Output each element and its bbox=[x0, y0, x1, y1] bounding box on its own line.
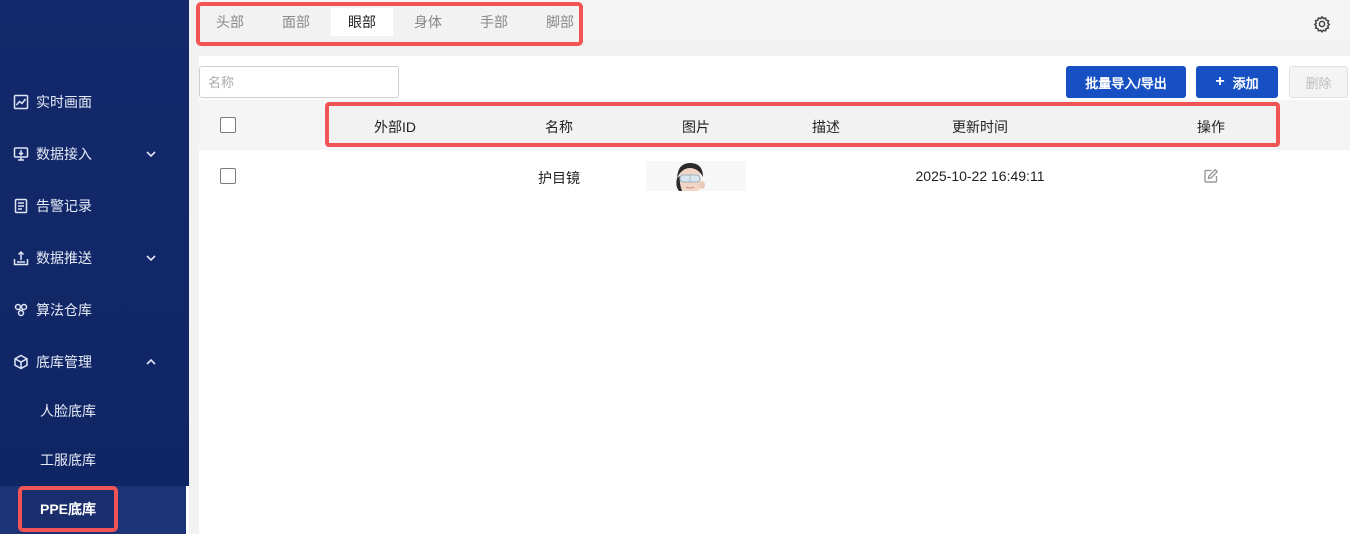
import-export-button[interactable]: 批量导入/导出 bbox=[1066, 66, 1186, 98]
delete-label: 删除 bbox=[1305, 75, 1332, 91]
sidebar-item-label: 底库管理 bbox=[36, 354, 92, 370]
sidebar-subitem-ppe-library[interactable]: PPE底库 bbox=[18, 486, 118, 532]
monitor-download-icon bbox=[13, 146, 29, 162]
sidebar-subitem-label: PPE底库 bbox=[39, 501, 96, 517]
gear-icon[interactable] bbox=[1313, 15, 1331, 33]
edit-icon[interactable] bbox=[1203, 168, 1219, 184]
tab-body[interactable]: 身体 bbox=[404, 8, 452, 36]
chevron-down-icon[interactable] bbox=[145, 251, 157, 263]
sidebar-item-label: 实时画面 bbox=[36, 94, 92, 110]
delete-button[interactable]: 删除 bbox=[1289, 66, 1348, 98]
chart-line-icon bbox=[13, 94, 29, 110]
sidebar-item-label: 数据推送 bbox=[36, 250, 92, 266]
sidebar-subitem-uniform-library[interactable]: 工服底库 bbox=[0, 436, 189, 484]
row-checkbox[interactable] bbox=[220, 168, 236, 184]
goggles-person-thumbnail[interactable] bbox=[646, 161, 746, 191]
sidebar-item-label: 数据接入 bbox=[36, 146, 92, 162]
search-input[interactable] bbox=[199, 66, 399, 98]
sidebar: 实时画面 数据接入 告警记录 数据推送 算法仓库 底库管理 人脸底库 工服底库 bbox=[0, 0, 189, 534]
active-indicator bbox=[186, 486, 189, 534]
sidebar-item-data-access[interactable]: 数据接入 bbox=[0, 128, 189, 180]
add-label: 添加 bbox=[1232, 75, 1259, 91]
sidebar-item-label: 算法仓库 bbox=[36, 302, 92, 318]
sidebar-item-algorithm-repo[interactable]: 算法仓库 bbox=[0, 284, 189, 336]
document-icon bbox=[13, 198, 29, 214]
import-export-label: 批量导入/导出 bbox=[1085, 75, 1167, 91]
sidebar-item-base-library[interactable]: 底库管理 bbox=[0, 336, 189, 388]
plus-icon: + bbox=[1215, 73, 1225, 90]
column-header-actions[interactable]: 操作 bbox=[1197, 117, 1225, 137]
tab-head[interactable]: 头部 bbox=[206, 8, 254, 36]
select-all-checkbox[interactable] bbox=[220, 117, 236, 133]
column-header-image[interactable]: 图片 bbox=[682, 117, 710, 137]
table-header-columns bbox=[325, 102, 1280, 147]
sidebar-subitem-label: 人脸底库 bbox=[40, 403, 96, 419]
column-header-updated-at[interactable]: 更新时间 bbox=[952, 117, 1008, 137]
tab-hands[interactable]: 手部 bbox=[470, 8, 518, 36]
cube-icon bbox=[13, 354, 29, 370]
upload-tray-icon bbox=[13, 250, 29, 266]
sidebar-subitem-face-library[interactable]: 人脸底库 bbox=[0, 387, 189, 435]
cell-name: 护目镜 bbox=[538, 170, 580, 186]
sidebar-subitem-label: 工服底库 bbox=[40, 452, 96, 468]
tab-face[interactable]: 面部 bbox=[272, 8, 320, 36]
tab-eyes[interactable]: 眼部 bbox=[331, 8, 393, 36]
column-header-name[interactable]: 名称 bbox=[545, 117, 573, 137]
chevron-down-icon[interactable] bbox=[145, 147, 157, 159]
column-header-description[interactable]: 描述 bbox=[812, 117, 840, 137]
column-header-external-id[interactable]: 外部ID bbox=[374, 117, 416, 137]
sidebar-item-label: 告警记录 bbox=[36, 198, 92, 214]
add-button[interactable]: + 添加 bbox=[1196, 66, 1278, 98]
algorithm-icon bbox=[13, 302, 29, 318]
tab-feet[interactable]: 脚部 bbox=[536, 8, 584, 36]
cell-updated-at: 2025-10-22 16:49:11 bbox=[915, 168, 1045, 184]
chevron-up-icon[interactable] bbox=[145, 355, 157, 367]
sidebar-item-data-push[interactable]: 数据推送 bbox=[0, 232, 189, 284]
sidebar-item-alarm-records[interactable]: 告警记录 bbox=[0, 180, 189, 232]
sidebar-item-realtime[interactable]: 实时画面 bbox=[0, 76, 189, 128]
